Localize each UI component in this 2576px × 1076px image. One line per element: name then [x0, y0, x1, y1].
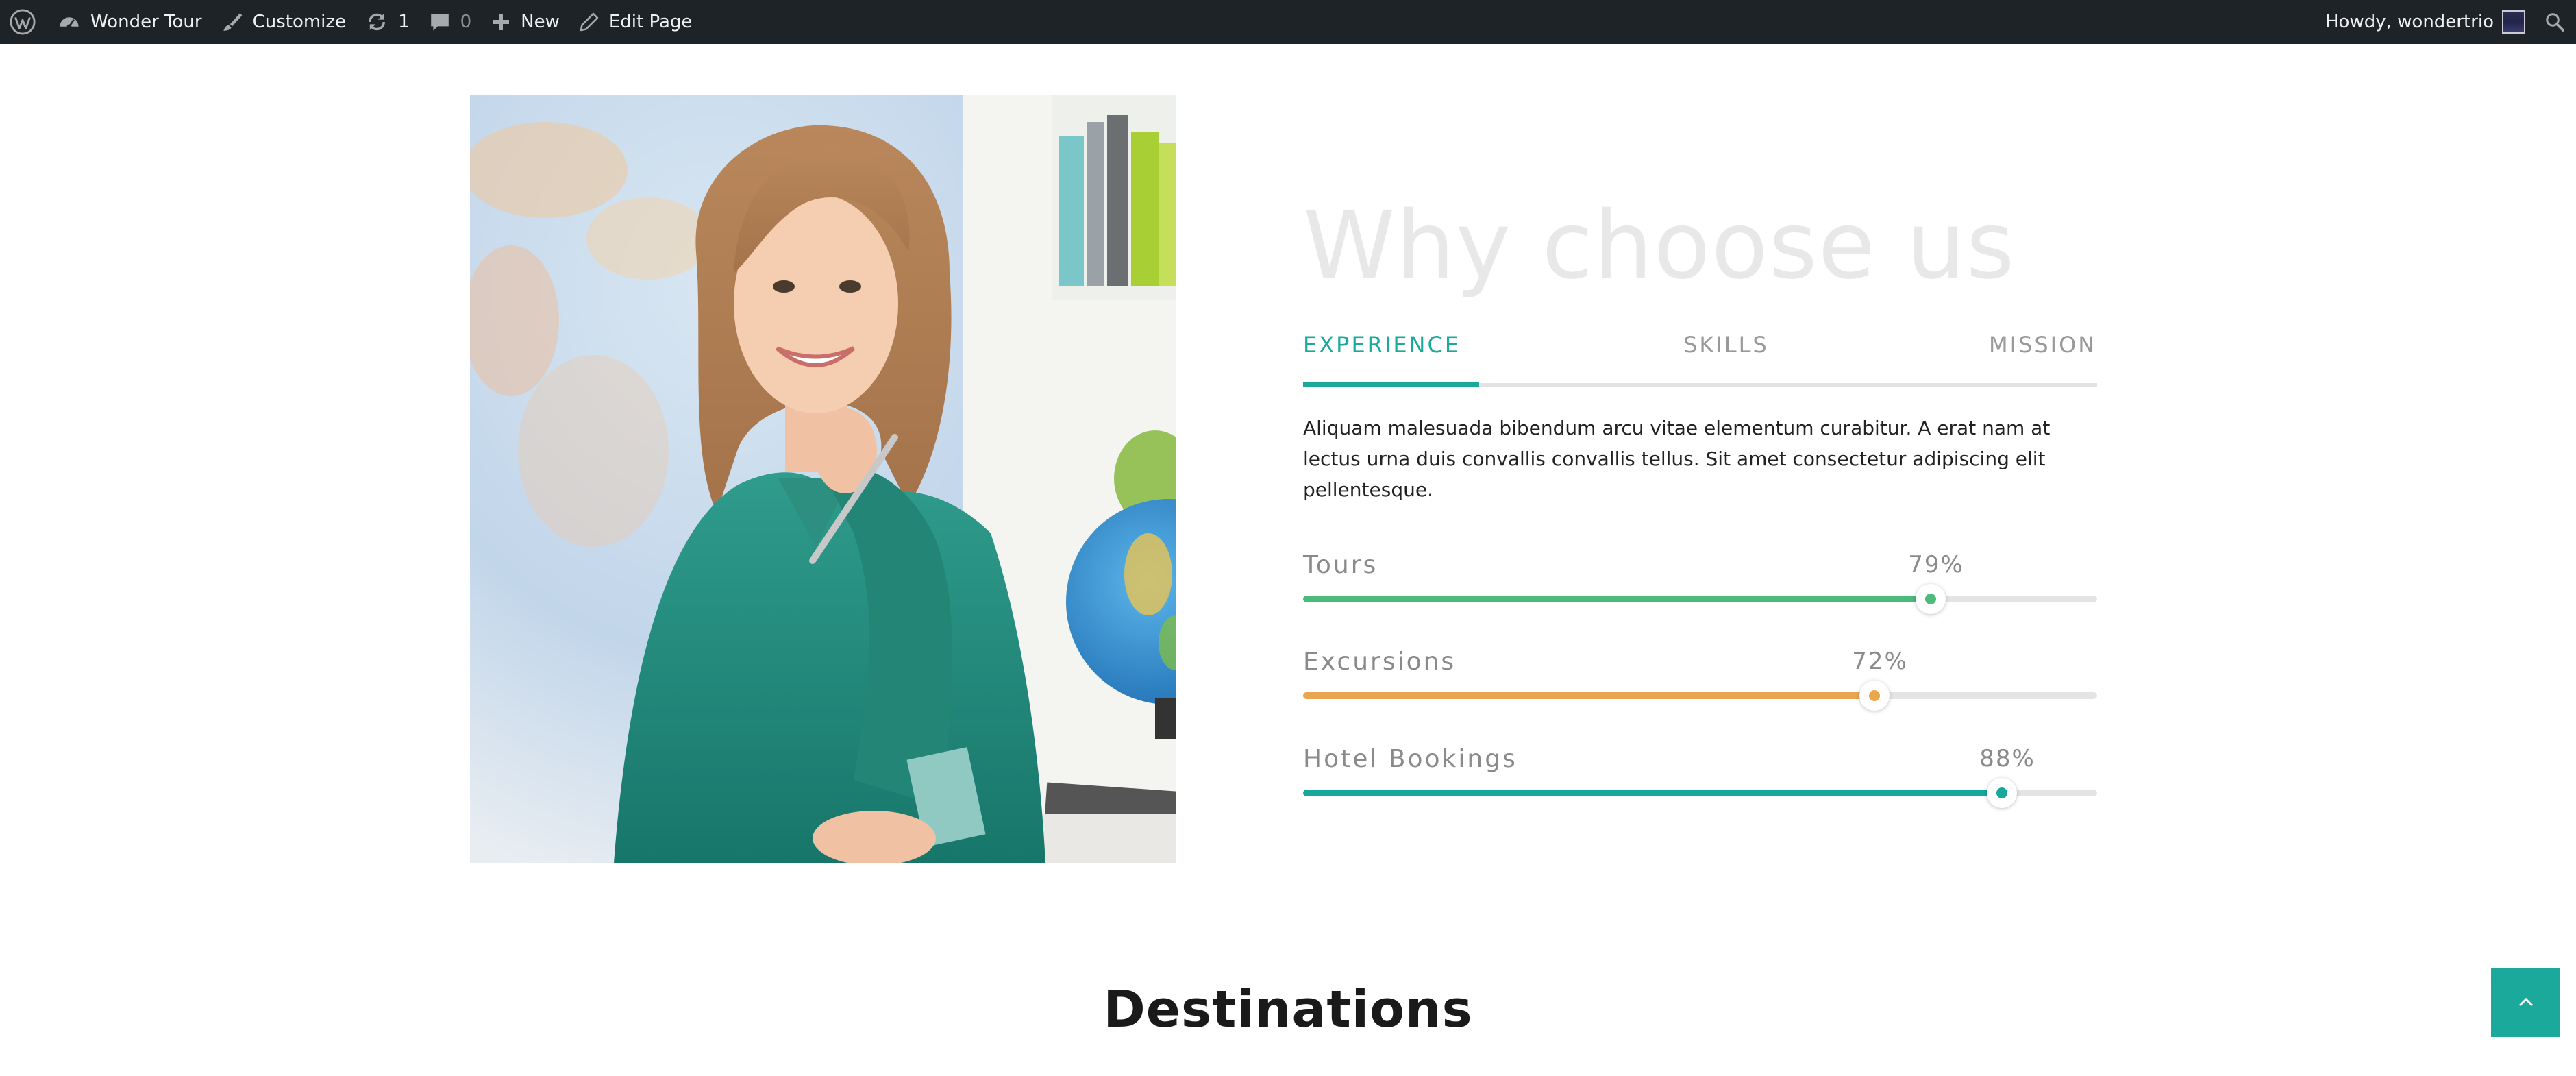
admin-bar: Wonder Tour Customize 1 0 New Edit Page …	[0, 0, 2576, 44]
skill-label: Hotel Bookings	[1303, 745, 1518, 773]
admin-bar-left: Wonder Tour Customize 1 0 New Edit Page	[0, 0, 702, 44]
updates-count: 1	[398, 12, 410, 32]
admin-bar-right: Howdy, wondertrio	[2316, 0, 2576, 44]
skill-track	[1303, 778, 2097, 808]
new-label: New	[521, 12, 560, 32]
pencil-icon	[580, 12, 599, 32]
search-icon	[2546, 13, 2564, 32]
tab-mission[interactable]: MISSION	[1989, 332, 2096, 358]
skill-value: 79%	[1908, 551, 1964, 578]
tab-experience[interactable]: EXPERIENCE	[1303, 332, 1461, 358]
my-account-menu[interactable]: Howdy, wondertrio	[2316, 0, 2535, 44]
skill-slider-handle[interactable]	[1916, 584, 1946, 614]
skill-tours: Tours 79%	[1303, 551, 2097, 614]
howdy-label: Howdy, wondertrio	[2325, 12, 2494, 32]
wp-logo-menu[interactable]	[0, 0, 48, 44]
comment-bubble-icon	[430, 14, 449, 31]
skill-slider-handle[interactable]	[1987, 778, 2017, 808]
paintbrush-icon	[223, 13, 242, 31]
tab-description: Aliquam malesuada bibendum arcu vitae el…	[1303, 417, 2051, 501]
updates-link[interactable]: 1	[356, 0, 419, 44]
chevron-up-icon	[2518, 997, 2533, 1006]
skill-label: Excursions	[1303, 648, 1457, 676]
edit-page-label: Edit Page	[608, 12, 693, 32]
skill-track	[1303, 584, 2097, 614]
skill-fill	[1303, 692, 1874, 699]
section-heading: Why choose us	[1303, 192, 2016, 300]
skill-fill	[1303, 790, 2002, 796]
admin-search[interactable]	[2535, 0, 2576, 44]
handle-dot	[1996, 787, 2007, 798]
avatar	[2502, 10, 2525, 34]
skill-label: Tours	[1303, 551, 1378, 579]
skill-track	[1303, 681, 2097, 711]
dashboard-icon	[60, 17, 79, 29]
skill-excursions: Excursions 72%	[1303, 648, 2097, 711]
skill-fill	[1303, 596, 1931, 602]
skill-value: 72%	[1852, 648, 1908, 675]
updates-icon	[369, 13, 385, 31]
plus-icon	[493, 14, 510, 30]
skill-value: 88%	[1979, 745, 2035, 772]
skill-slider-handle[interactable]	[1859, 681, 1890, 711]
back-to-top-button[interactable]	[2491, 968, 2560, 1037]
destinations-heading: Destinations	[1103, 980, 1473, 1039]
customize-label: Customize	[252, 12, 347, 32]
new-content-menu[interactable]: New	[481, 0, 569, 44]
site-name-menu[interactable]: Wonder Tour	[48, 0, 212, 44]
tab-active-indicator	[1303, 382, 1479, 387]
comments-count: 0	[460, 12, 472, 32]
travel-agent-image	[470, 95, 1176, 863]
comments-link[interactable]: 0	[419, 0, 482, 44]
handle-dot	[1925, 594, 1936, 604]
handle-dot	[1869, 690, 1880, 701]
hero-photo	[470, 95, 1176, 863]
tab-skills[interactable]: SKILLS	[1683, 332, 1769, 358]
tab-bar: EXPERIENCE SKILLS MISSION	[1303, 332, 2097, 387]
customize-link[interactable]: Customize	[212, 0, 356, 44]
site-name-label: Wonder Tour	[90, 12, 202, 32]
skill-hotel-bookings: Hotel Bookings 88%	[1303, 745, 2097, 808]
edit-page-link[interactable]: Edit Page	[569, 0, 702, 44]
wordpress-logo-icon	[10, 9, 36, 35]
